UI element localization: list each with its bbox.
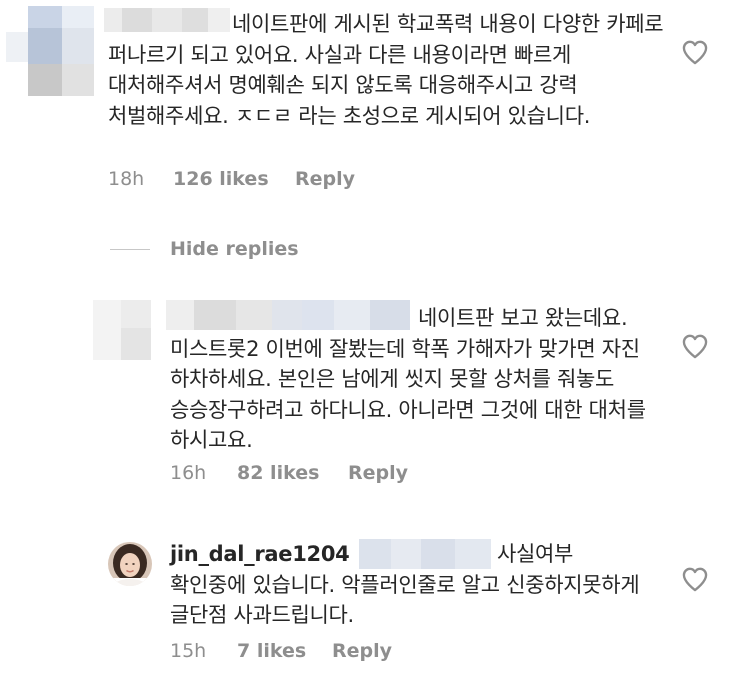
hide-replies-button[interactable]: Hide replies [110,236,299,262]
reply-2-like-heart-icon[interactable] [681,566,709,592]
reply-1-meta: 16h 82 likes Reply [170,462,470,486]
comment-1-likes[interactable]: 126 likes [173,168,269,190]
comment-1-meta: 18h 126 likes Reply [108,168,468,192]
reply-1-likes[interactable]: 82 likes [237,462,319,484]
hide-replies-label: Hide replies [170,238,299,260]
reply-2-meta: 15h 7 likes Reply [170,640,470,664]
commenter-avatar-pixelated[interactable] [6,6,96,96]
reply-2-avatar[interactable] [108,542,152,586]
profile-photo-icon [108,542,152,586]
comment-1-time: 18h [108,168,145,190]
reply-1-reply-button[interactable]: Reply [348,462,408,484]
reply-2-likes[interactable]: 7 likes [237,640,306,662]
reply-2-reply-button[interactable]: Reply [332,640,392,662]
reply-1-like-heart-icon[interactable] [681,333,709,359]
reply-1-avatar-pixelated[interactable] [93,300,151,360]
reply-2-text: 사실여부 확인중에 있습니다. 악플러인줄로 알고 신중하지못하게 글단점 사과… [170,542,640,627]
comment-1-like-heart-icon[interactable] [681,39,709,65]
comment-1-reply-button[interactable]: Reply [295,168,355,190]
reply-1-text: 네이트판 보고 왔는데요. 미스트롯2 이번에 잘봤는데 학폭 가해자가 맞가면… [170,306,646,452]
reply-1-time: 16h [170,462,207,484]
comment-1-text: 네이트판에 게시된 학교폭력 내용이 다양한 카페로 퍼나르기 되고 있어요. … [108,12,664,128]
reply-2-time: 15h [170,640,207,662]
hide-replies-divider [110,248,150,250]
